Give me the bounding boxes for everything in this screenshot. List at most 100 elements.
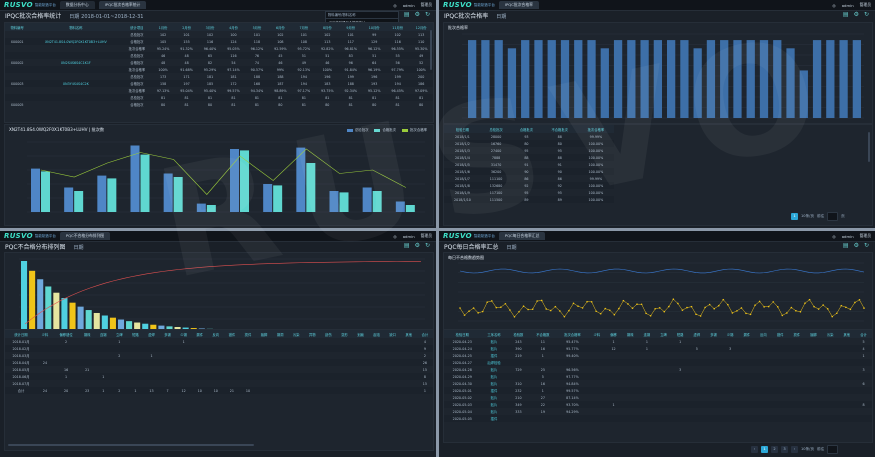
column-header[interactable]: 变形 [336,330,353,338]
table-row[interactable]: 2020-04-27 后焊检验 [444,359,872,366]
tab-ipqc-rate[interactable]: IPQC批次合格率 [498,1,539,9]
table-row[interactable]: 2020-04-23 贴片 243 11 95.47% 1 1 1 5 [444,338,872,345]
column-header[interactable]: 少料 [588,330,606,338]
column-header[interactable]: 短路 [127,330,144,338]
page-size-select[interactable]: 10条/页 [801,447,814,452]
column-header[interactable]: 其他 [400,330,417,338]
table-row[interactable]: 2018-06月 1 1 8 [5,373,433,380]
page-button[interactable]: 3 [781,446,788,453]
table-row[interactable]: 2018/1/2 16760 80 80 100.00% [444,140,614,147]
column-header[interactable]: 其他 [838,330,856,338]
page-button[interactable]: 1 [791,213,798,220]
user-name[interactable]: admin [842,3,854,8]
table-row[interactable]: X00003 XN3Y4S4S4C2K 合格批次 158 197 185 172 168 187… [5,80,433,87]
table-row[interactable]: 批次合格率 95.24% 91.32% 96.40% 95.05% 96.12% 92.59… [5,45,433,52]
column-header[interactable]: 批次合格率 [577,125,614,133]
column-header[interactable]: 划痕 [352,330,369,338]
table-row[interactable]: 2018-05月 16 21 15 [5,366,433,373]
column-header[interactable]: 漏件 [191,330,208,338]
column-header[interactable]: 虚焊 [688,330,706,338]
table-row[interactable]: 2020-05-03 贴片 349 22 93.70% 1 8 [444,401,872,408]
tab-analysis-center[interactable]: 数据分析中心 [59,1,95,9]
table-row[interactable]: 2018-07月 15 [5,380,433,387]
user-icon[interactable]: ◎ [832,3,835,8]
table-row[interactable]: 2018/1/6 36200 90 90 100.00% [444,168,614,175]
column-header[interactable]: 11月份 [385,23,410,31]
column-header[interactable]: 统计日期 [5,330,37,338]
table-row[interactable]: 总检批次 81 81 81 81 81 81 81 81 81 81 81 81 [5,94,433,101]
column-header[interactable]: 污染 [821,330,839,338]
column-header[interactable]: 少料 [36,330,54,338]
manager-label[interactable]: 管理员 [421,233,432,239]
column-header[interactable]: 物料名称 [29,23,123,31]
column-header[interactable]: 错件 [223,330,240,338]
column-header[interactable]: 统计项目 [122,23,152,31]
column-header[interactable]: 翘脚 [805,330,822,338]
column-header[interactable]: 不合格数 [529,330,557,338]
table-row[interactable]: 2018/1/7 111100 86 86 99.99% [444,175,614,182]
column-header[interactable]: 偏移 [605,330,622,338]
table-row[interactable]: 2020-05-04 贴片 333 19 94.29% [444,408,872,415]
column-header[interactable]: 损件 [788,330,806,338]
settings-icon[interactable]: ⚙ [415,242,420,249]
table-row[interactable]: 2018-02月 9 [5,345,433,352]
column-header[interactable]: 锡珠 [79,330,96,338]
table-row[interactable]: 2018/1/3 27400 95 95 100.00% [444,147,614,154]
filter-icon[interactable]: ▤ [843,11,849,18]
horizontal-scrollbar[interactable] [8,444,254,446]
table-row[interactable]: 2018/1/5 31470 91 91 100.00% [444,161,614,168]
page-input[interactable] [827,445,839,454]
manager-label[interactable]: 管理员 [860,233,871,239]
table-row[interactable]: 2020-04-24 贴片 390 16 95.77% 12 1 5 3 4 [444,345,872,352]
column-header[interactable]: 虚焊 [143,330,160,338]
column-header[interactable]: 6月份 [268,23,293,31]
column-header[interactable]: 5月份 [245,23,269,31]
column-header[interactable]: 锡洞 [272,330,289,338]
refresh-icon[interactable]: ↻ [864,11,869,18]
tab-pqc-daily[interactable]: PQC每日合格率汇总 [498,232,546,240]
column-header[interactable]: 污染 [288,330,305,338]
column-header[interactable]: 短路 [671,330,689,338]
column-header[interactable]: 缺口 [384,330,401,338]
table-row[interactable]: 2020-04-29 贴片 5 97.77% [444,373,872,380]
column-header[interactable]: 漏件 [738,330,756,338]
column-header[interactable]: 异物 [304,330,321,338]
user-icon[interactable]: ◎ [393,234,396,239]
table-row[interactable]: 2020-05-01 插件 232 1 99.57% [444,387,872,394]
table-row[interactable]: 2018/1/10 111500 89 89 100.00% [444,196,614,203]
column-header[interactable]: 2月份 [174,23,199,31]
settings-icon[interactable]: ⚙ [854,242,859,249]
table-row[interactable]: 2018-03月 2 1 2 [5,352,433,359]
column-header[interactable]: 错件 [771,330,789,338]
column-header[interactable]: 偏移错位 [53,330,80,338]
user-name[interactable]: admin [403,3,415,8]
user-name[interactable]: admin [842,234,854,239]
table-row[interactable]: X00002 XN2S4S6S4C1K1F 合格批次 48 48 82 54 74 46 49 46… [5,59,433,66]
column-header[interactable]: 3月份 [198,23,222,31]
tab-pqc-pareto[interactable]: PQC不合格分布排列图 [59,232,111,240]
table-row[interactable]: X00005 合格批次 80 81 80 81 81 80 81 80 81 80 81 80 [5,101,433,108]
page-button[interactable]: 2 [771,446,778,453]
column-header[interactable]: 翘脚 [256,330,273,338]
manager-label[interactable]: 管理员 [421,2,432,8]
column-header[interactable]: 反向 [755,330,772,338]
column-header[interactable]: 8月份 [315,23,340,31]
column-header[interactable]: 检验日期 [444,125,481,133]
table-row[interactable]: 2020-04-25 插件 219 1 99.40% 1 [444,352,872,359]
column-header[interactable]: 反向 [207,330,224,338]
table-row[interactable]: 总检批次 102 101 102 100 101 102 101 102 101 99 102 113 [5,31,433,38]
column-header[interactable]: 10月份 [362,23,386,31]
refresh-icon[interactable]: ↻ [864,242,869,249]
page-size-select[interactable]: 10条/页 [801,214,814,219]
column-header[interactable]: 4月份 [221,23,246,31]
prev-page-button[interactable]: ‹ [751,446,758,453]
settings-icon[interactable]: ⚙ [854,11,859,18]
column-header[interactable]: 立碑 [111,330,128,338]
column-header[interactable]: 7月份 [292,23,316,31]
column-header[interactable]: 合计 [855,330,872,338]
user-icon[interactable]: ◎ [393,3,396,8]
column-header[interactable]: 刮伤 [320,330,337,338]
table-row[interactable]: 2018/1/8 132680 92 92 100.00% [444,182,614,189]
column-header[interactable]: 批次合格率 [556,330,589,338]
date-range[interactable]: 2018-01-01~2018-12-31 [81,14,143,20]
